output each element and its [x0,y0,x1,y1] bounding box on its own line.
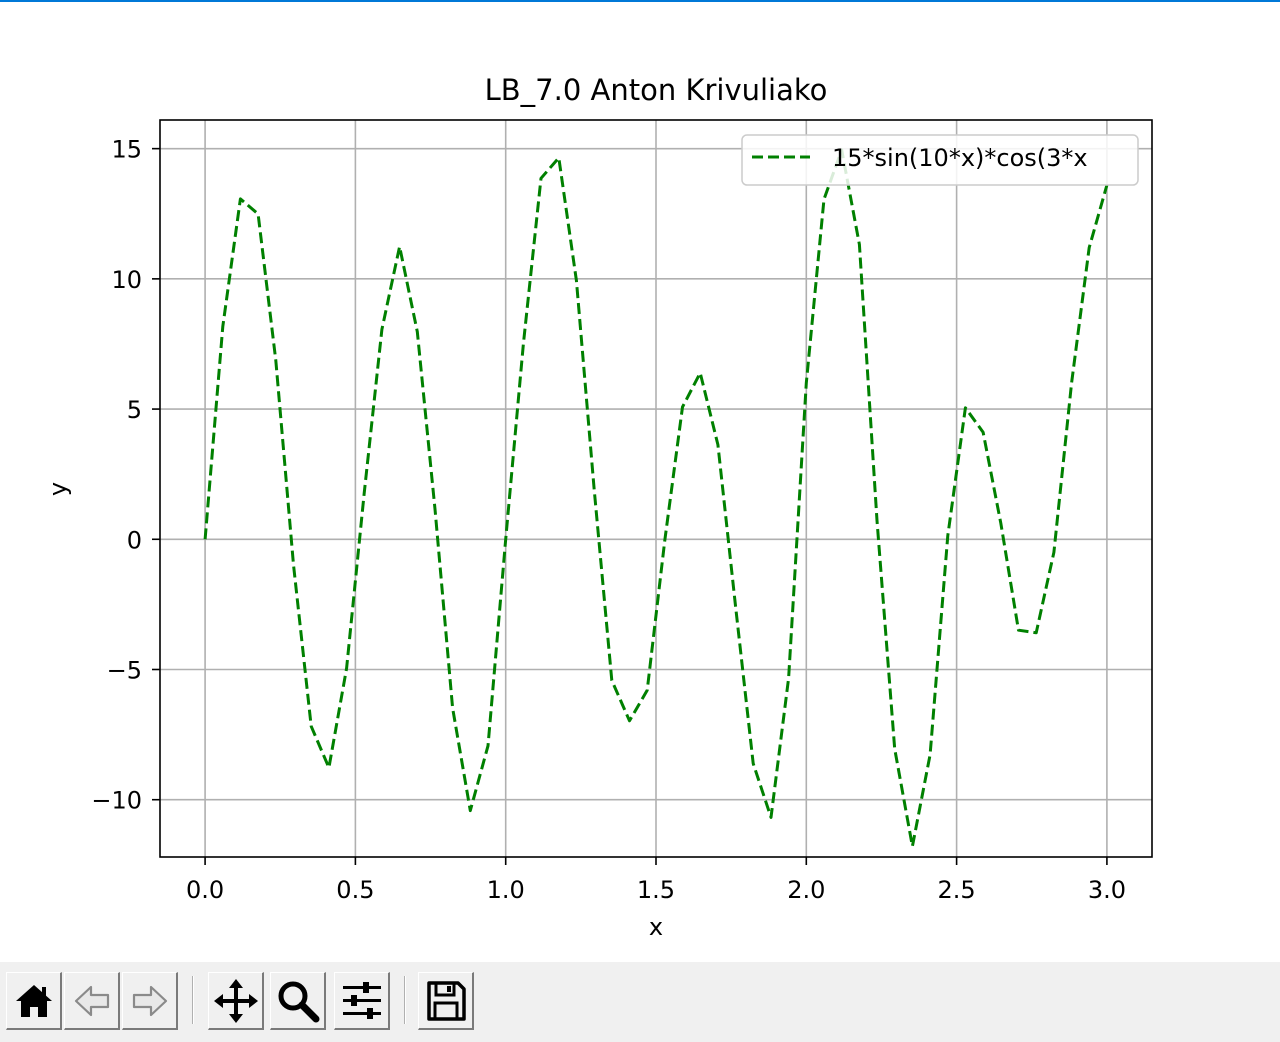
arrow-left-icon [74,985,109,1016]
save-button[interactable] [418,972,474,1030]
x-tick-label: 1.0 [487,876,525,904]
navigation-toolbar [0,962,1280,1042]
x-tick-label: 3.0 [1088,876,1126,904]
back-button[interactable] [64,972,120,1030]
y-tick-label: −10 [91,787,142,815]
home-button[interactable] [6,972,62,1030]
figure-canvas: 0.0 0.5 1.0 1.5 2.0 2.5 3.0 −10 −5 0 5 10 15 LB_7.0 … [0,2,1280,962]
home-icon [15,984,52,1017]
configure-subplots-button[interactable] [334,972,390,1030]
x-tick-label: 2.5 [938,876,976,904]
y-tick-label: 0 [127,526,142,554]
x-tick-label: 1.5 [637,876,675,904]
y-tick-label: 10 [111,266,142,294]
forward-button[interactable] [122,972,178,1030]
toolbar-separator [404,976,406,1024]
x-tick-label: 0.5 [336,876,374,904]
x-axis-label: x [649,913,663,941]
x-tick-label: 0.0 [186,876,224,904]
line-chart: 0.0 0.5 1.0 1.5 2.0 2.5 3.0 −10 −5 0 5 10 15 LB_7.0 … [44,73,1153,941]
zoom-icon [278,981,319,1022]
toolbar-separator [192,976,194,1024]
y-tick-label: −5 [107,656,142,684]
legend: 15*sin(10*x)*cos(3*x [741,134,1139,186]
y-tick-label: 5 [127,396,142,424]
arrow-right-icon [132,985,167,1016]
x-tick-label: 2.0 [787,876,825,904]
chart-title: LB_7.0 Anton Krivuliako [485,73,828,107]
pan-button[interactable] [208,972,264,1030]
sliders-icon [342,981,381,1019]
legend-label: 15*sin(10*x)*cos(3*x [832,144,1088,172]
pan-icon [213,978,258,1023]
y-tick-label: 15 [111,136,142,164]
y-axis-label: y [44,482,72,496]
ticks: 0.0 0.5 1.0 1.5 2.0 2.5 3.0 −10 −5 0 5 10 15 [91,136,1126,904]
zoom-button[interactable] [270,972,326,1030]
save-icon [426,980,466,1021]
grid-lines [160,120,1152,857]
